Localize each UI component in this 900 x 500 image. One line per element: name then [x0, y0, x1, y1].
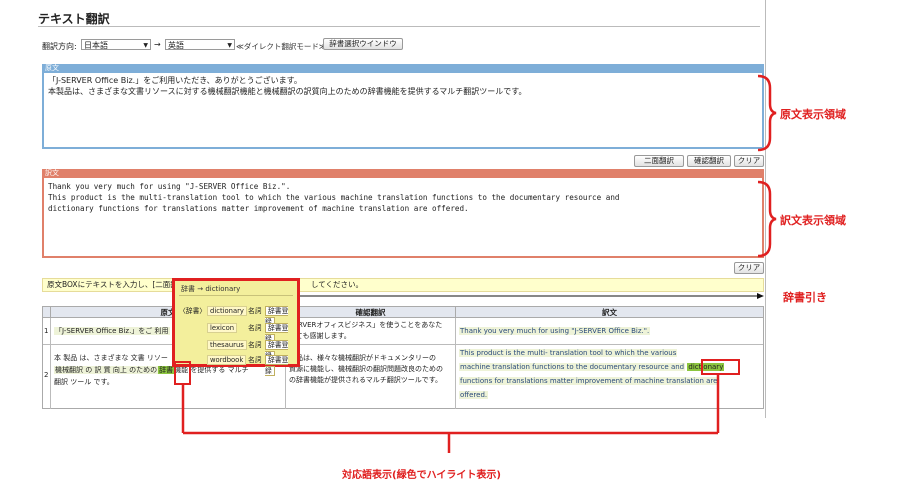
dict-lookup-annotation: 辞書引き — [783, 291, 827, 304]
source-area-bracket — [757, 74, 777, 152]
target-area-bracket — [757, 180, 777, 258]
annotation-overlay — [174, 74, 777, 453]
correspondence-annotation: 対応語表示(緑色でハイライト表示) — [342, 470, 501, 481]
source-highlight-box — [174, 361, 191, 385]
pointer-arrowhead — [757, 293, 764, 299]
target-highlight-box — [701, 359, 740, 375]
target-area-annotation: 訳文表示領域 — [780, 214, 846, 227]
source-area-annotation: 原文表示領域 — [780, 108, 846, 121]
